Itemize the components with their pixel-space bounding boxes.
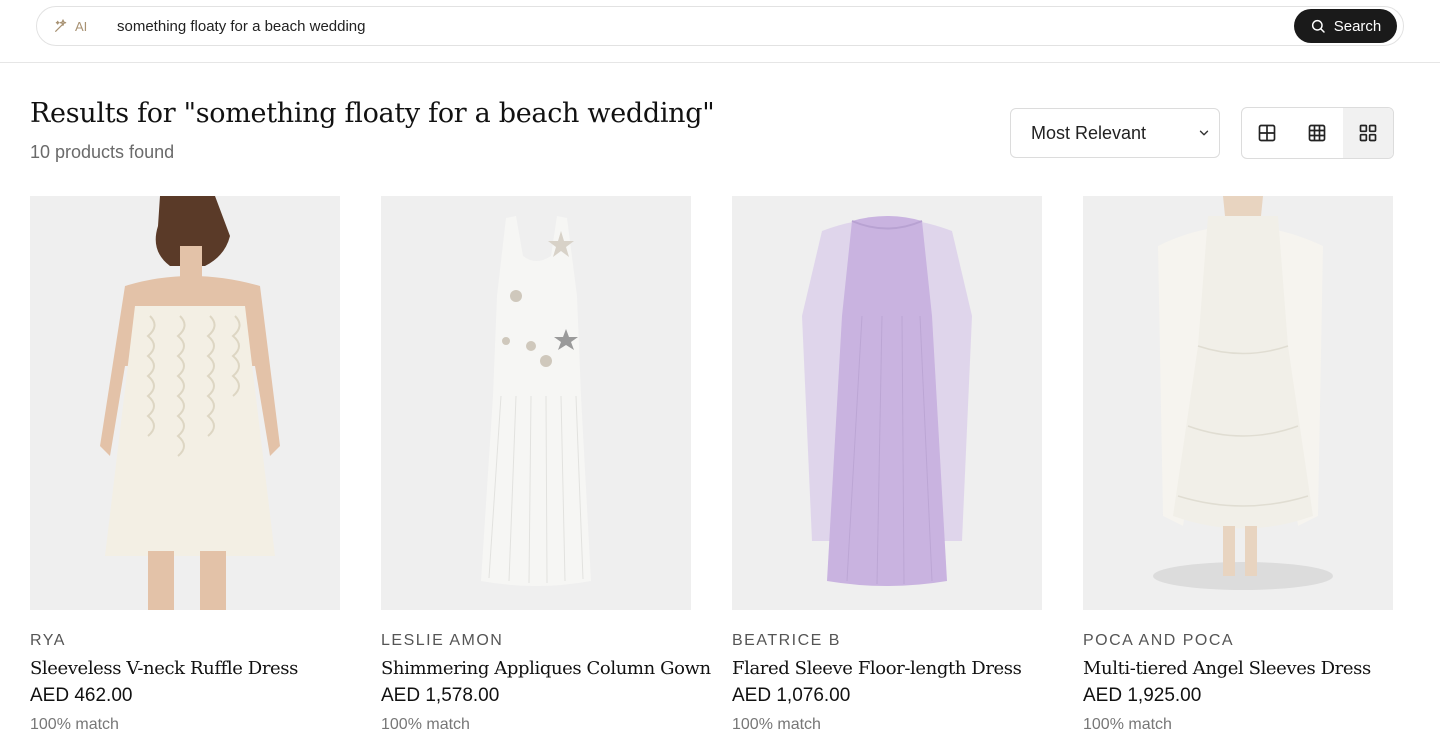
- chevron-down-icon: [1199, 130, 1209, 136]
- product-card[interactable]: LESLIE AMON Shimmering Appliques Column …: [381, 196, 711, 734]
- product-brand: LESLIE AMON: [381, 632, 504, 649]
- grid-4-icon: [1359, 124, 1377, 142]
- ai-badge[interactable]: AI: [53, 7, 87, 45]
- angel-sleeves-dress-image: [1083, 196, 1393, 610]
- product-brand: RYA: [30, 632, 66, 649]
- product-card[interactable]: POCA AND POCA Multi-tiered Angel Sleeves…: [1083, 196, 1393, 734]
- product-name[interactable]: Shimmering Appliques Column Gown: [381, 658, 711, 679]
- product-card[interactable]: RYA Sleeveless V-neck Ruffle Dress AED 4…: [30, 196, 340, 734]
- product-image[interactable]: [1083, 196, 1393, 610]
- product-grid: RYA Sleeveless V-neck Ruffle Dress AED 4…: [30, 196, 1395, 734]
- flared-sleeve-dress-image: [732, 196, 1042, 610]
- product-brand: BEATRICE B: [732, 632, 841, 649]
- product-price: AED 1,076.00: [732, 685, 851, 706]
- product-match: 100% match: [1083, 716, 1172, 733]
- ruffle-dress-image: [30, 196, 340, 610]
- view-toggle: [1241, 107, 1394, 159]
- results-count: 10 products found: [30, 142, 175, 162]
- sparkle-icon: [55, 19, 67, 32]
- sort-dropdown[interactable]: Most Relevant: [1010, 108, 1220, 158]
- view-4-columns-button[interactable]: [1342, 108, 1393, 158]
- product-match: 100% match: [30, 716, 119, 733]
- product-price: AED 462.00: [30, 685, 133, 706]
- product-name[interactable]: Flared Sleeve Floor-length Dress: [732, 658, 1042, 679]
- product-image[interactable]: [381, 196, 691, 610]
- results-title: Results for "something floaty for a beac…: [30, 98, 715, 129]
- search-button-label: Search: [1333, 17, 1382, 35]
- view-3-columns-button[interactable]: [1292, 108, 1342, 158]
- sort-selected-value: Most Relevant: [1031, 122, 1147, 143]
- product-match: 100% match: [381, 716, 470, 733]
- search-bar: AI Search: [36, 6, 1404, 46]
- grid-2-icon: [1258, 124, 1276, 142]
- product-price: AED 1,578.00: [381, 685, 500, 706]
- product-price: AED 1,925.00: [1083, 685, 1202, 706]
- product-image[interactable]: [732, 196, 1042, 610]
- column-gown-image: [381, 196, 691, 610]
- product-name[interactable]: Multi-tiered Angel Sleeves Dress: [1083, 658, 1393, 679]
- top-bar: AI Search: [0, 0, 1440, 63]
- product-image[interactable]: [30, 196, 340, 610]
- search-button[interactable]: Search: [1294, 9, 1397, 43]
- view-2-columns-button[interactable]: [1242, 108, 1292, 158]
- search-icon: [1311, 19, 1325, 33]
- product-name[interactable]: Sleeveless V-neck Ruffle Dress: [30, 658, 340, 679]
- product-match: 100% match: [732, 716, 821, 733]
- grid-3-icon: [1309, 124, 1326, 142]
- ai-label: AI: [75, 18, 88, 34]
- product-brand: POCA AND POCA: [1083, 632, 1235, 649]
- search-input[interactable]: [117, 7, 1287, 45]
- product-card[interactable]: BEATRICE B Flared Sleeve Floor-length Dr…: [732, 196, 1042, 734]
